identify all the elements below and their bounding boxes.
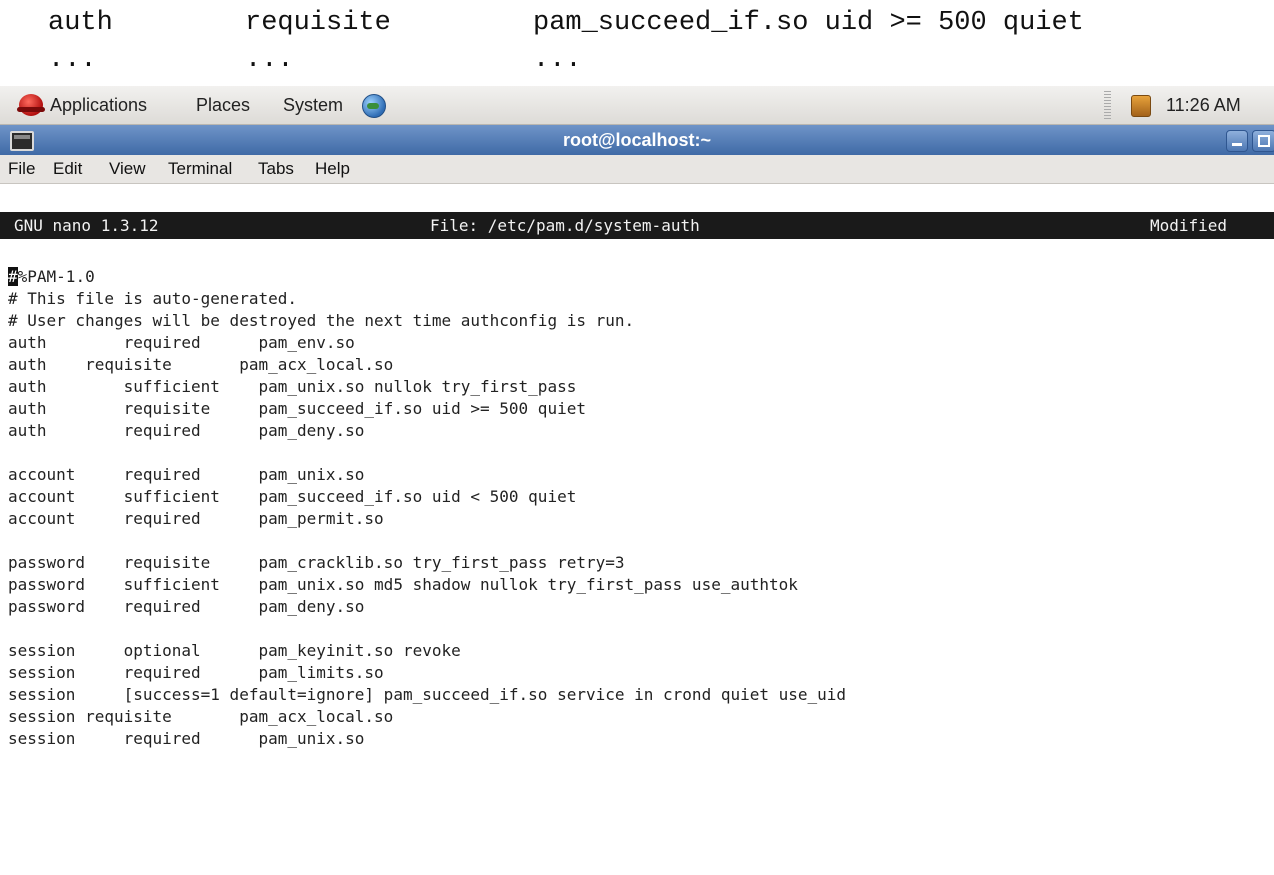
editor-line: auth required pam_env.so — [8, 333, 355, 352]
top-panel: Applications Places System 11:26 AM — [0, 86, 1274, 125]
editor-line: session optional pam_keyinit.so revoke — [8, 641, 461, 660]
editor-line: account required pam_permit.so — [8, 509, 384, 528]
minimize-button[interactable] — [1226, 130, 1248, 152]
text-cursor: # — [8, 267, 18, 286]
editor-line-text: %PAM-1.0 — [17, 267, 95, 286]
places-menu[interactable]: Places — [196, 86, 250, 124]
editor-line: session [success=1 default=ignore] pam_s… — [8, 685, 847, 704]
window-titlebar[interactable]: root@localhost:~ — [0, 125, 1274, 155]
notification-icon[interactable] — [1131, 95, 1151, 117]
menu-view[interactable]: View — [109, 155, 146, 183]
editor-line: # This file is auto-generated. — [8, 289, 297, 308]
nano-status: Modified — [1150, 216, 1228, 235]
caption-cell: pam_succeed_if.so uid >= 500 quiet — [533, 8, 1084, 38]
menu-file[interactable]: File — [8, 155, 35, 183]
applications-menu[interactable]: Applications — [50, 86, 147, 124]
clock[interactable]: 11:26 AM — [1166, 86, 1241, 124]
caption-row: ... ... ... — [0, 45, 582, 75]
editor-line: password requisite pam_cracklib.so try_f… — [8, 553, 625, 572]
caption-ellipsis: ... — [533, 45, 582, 75]
maximize-button[interactable] — [1252, 130, 1274, 152]
browser-globe-icon[interactable] — [362, 94, 386, 118]
menu-edit[interactable]: Edit — [53, 155, 82, 183]
editor-line: #%PAM-1.0 — [8, 266, 95, 288]
editor-line: auth requisite pam_acx_local.so — [8, 355, 394, 374]
caption-cell: auth — [48, 8, 113, 38]
editor-line: password required pam_deny.so — [8, 597, 365, 616]
editor-line: account sufficient pam_succeed_if.so uid… — [8, 487, 577, 506]
window-title: root@localhost:~ — [562, 130, 712, 150]
menu-tabs[interactable]: Tabs — [258, 155, 294, 183]
editor-line: session required pam_limits.so — [8, 663, 384, 682]
menubar: File Edit View Terminal Tabs Help — [0, 155, 1274, 184]
nano-version: GNU nano 1.3.12 — [14, 216, 159, 235]
terminal-area[interactable]: GNU nano 1.3.12 File: /etc/pam.d/system-… — [0, 184, 1274, 875]
caption: auth requisite pam_succeed_if.so uid >= … — [0, 0, 1274, 86]
caption-cell: requisite — [245, 8, 391, 38]
caption-ellipsis: ... — [245, 45, 294, 75]
redhat-icon[interactable] — [17, 94, 45, 116]
nano-header: GNU nano 1.3.12 File: /etc/pam.d/system-… — [0, 212, 1274, 239]
caption-row: auth requisite pam_succeed_if.so uid >= … — [0, 8, 1084, 38]
editor-line: # User changes will be destroyed the nex… — [8, 311, 635, 330]
nano-filename: File: /etc/pam.d/system-auth — [430, 216, 700, 235]
editor-line: password sufficient pam_unix.so md5 shad… — [8, 575, 798, 594]
editor-line: auth sufficient pam_unix.so nullok try_f… — [8, 377, 577, 396]
menu-terminal[interactable]: Terminal — [168, 155, 232, 183]
caption-ellipsis: ... — [48, 45, 97, 75]
editor-line: auth required pam_deny.so — [8, 421, 365, 440]
menu-help[interactable]: Help — [315, 155, 350, 183]
panel-grip-icon[interactable] — [1104, 91, 1111, 119]
editor-line: account required pam_unix.so — [8, 465, 365, 484]
editor-line: session required pam_unix.so — [8, 729, 365, 748]
editor-line: session requisite pam_acx_local.so — [8, 707, 394, 726]
system-menu[interactable]: System — [283, 86, 343, 124]
editor-line: auth requisite pam_succeed_if.so uid >= … — [8, 399, 586, 418]
